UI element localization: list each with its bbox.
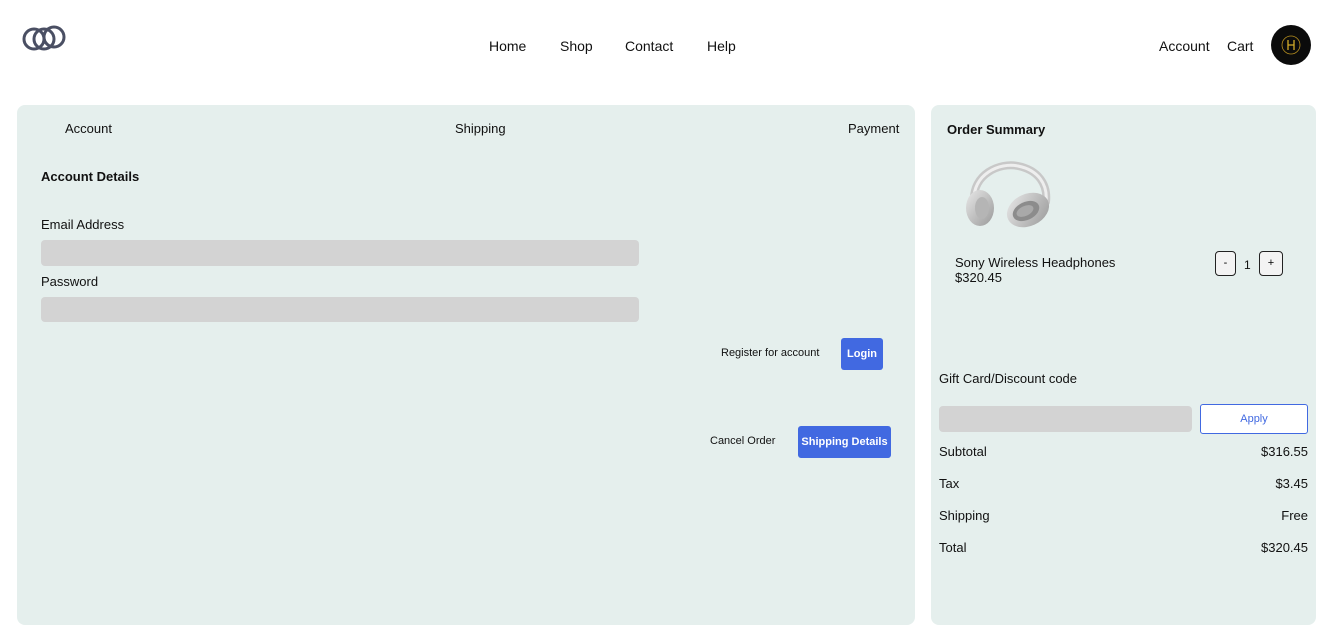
step-account[interactable]: Account [65, 121, 112, 136]
product-name: Sony Wireless Headphones [955, 255, 1116, 270]
total-value: $320.45 [1261, 540, 1308, 555]
headphones-icon [960, 158, 1056, 234]
quantity-increase-button[interactable]: + [1259, 251, 1283, 276]
quantity-value: 1 [1244, 258, 1251, 272]
checkout-panel [17, 105, 915, 625]
nav-contact[interactable]: Contact [625, 38, 673, 54]
order-summary-title: Order Summary [947, 122, 1046, 137]
header-account-link[interactable]: Account [1159, 38, 1210, 54]
cancel-order-button[interactable]: Cancel Order [710, 435, 775, 447]
login-button[interactable]: Login [841, 338, 883, 370]
email-label: Email Address [41, 217, 125, 232]
quantity-decrease-button[interactable]: - [1215, 251, 1236, 276]
subtotal-value: $316.55 [1261, 444, 1308, 459]
nav-shop[interactable]: Shop [560, 38, 593, 54]
nav-help[interactable]: Help [707, 38, 736, 54]
nav-home[interactable]: Home [489, 38, 526, 54]
subtotal-label: Subtotal [939, 444, 987, 459]
product-price: $320.45 [955, 270, 1002, 285]
brand-avatar-icon [1281, 35, 1301, 55]
gift-card-label: Gift Card/Discount code [939, 371, 1078, 386]
total-label: Total [939, 540, 967, 555]
account-details-title: Account Details [41, 169, 140, 184]
shipping-label: Shipping [939, 508, 990, 523]
register-button[interactable]: Register for account [721, 347, 819, 359]
header-cart-link[interactable]: Cart [1227, 38, 1253, 54]
shipping-value: Free [1281, 508, 1308, 523]
tax-label: Tax [939, 476, 960, 491]
apply-button[interactable]: Apply [1200, 404, 1308, 434]
password-label: Password [41, 274, 99, 289]
shipping-row: Shipping Free [939, 508, 1308, 523]
logo-icon[interactable] [20, 24, 68, 54]
gift-card-field[interactable] [939, 406, 1192, 432]
step-shipping[interactable]: Shipping [455, 121, 506, 136]
subtotal-row: Subtotal $316.55 [939, 444, 1308, 459]
password-field[interactable] [41, 297, 639, 322]
total-row: Total $320.45 [939, 540, 1308, 555]
tax-row: Tax $3.45 [939, 476, 1308, 491]
email-field[interactable] [41, 240, 639, 266]
shipping-details-button[interactable]: Shipping Details [798, 426, 891, 458]
avatar[interactable] [1271, 25, 1311, 65]
tax-value: $3.45 [1275, 476, 1308, 491]
step-payment[interactable]: Payment [848, 121, 899, 136]
